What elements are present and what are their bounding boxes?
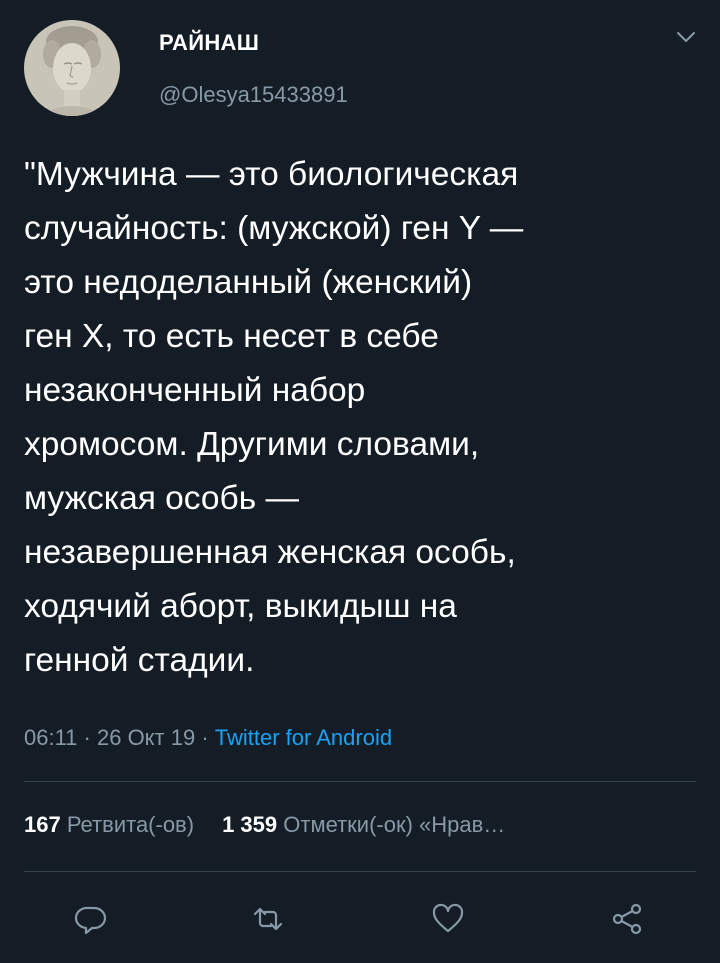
retweets-stat[interactable]: 167 Ретвита(-ов) bbox=[24, 812, 194, 837]
tweet-source-link[interactable]: Twitter for Android bbox=[215, 725, 392, 750]
reply-icon bbox=[74, 906, 107, 935]
avatar-statue-image bbox=[24, 20, 120, 116]
display-name[interactable]: РАЙНАШ bbox=[159, 30, 259, 56]
share-button[interactable] bbox=[603, 895, 651, 943]
likes-label: Отметки(-ок) «Нрав… bbox=[283, 812, 506, 837]
share-icon bbox=[612, 903, 642, 935]
tweet-time: 06:11 bbox=[24, 725, 78, 750]
chevron-down-icon[interactable] bbox=[676, 30, 696, 44]
tweet-stats: 167 Ретвита(-ов) 1 359 Отметки(-ок) «Нрав… bbox=[24, 812, 505, 838]
meta-separator: · bbox=[195, 725, 215, 750]
divider bbox=[24, 781, 696, 782]
divider bbox=[24, 871, 696, 872]
tweet-date: 26 Окт 19 bbox=[96, 725, 196, 750]
retweet-icon bbox=[253, 907, 283, 931]
likes-stat[interactable]: 1 359 Отметки(-ок) «Нрав… bbox=[222, 812, 505, 837]
retweets-count: 167 bbox=[24, 812, 61, 837]
likes-count: 1 359 bbox=[222, 812, 278, 837]
like-button[interactable] bbox=[424, 895, 472, 943]
user-handle[interactable]: @Olesya15433891 bbox=[159, 82, 348, 108]
retweets-label: Ретвита(-ов) bbox=[66, 812, 195, 837]
meta-separator: · bbox=[77, 725, 97, 750]
retweet-button[interactable] bbox=[244, 895, 292, 943]
action-bar bbox=[0, 895, 720, 943]
tweet-meta: 06:11 · 26 Окт 19 · Twitter for Android bbox=[24, 725, 392, 751]
tweet-detail: РАЙНАШ @Olesya15433891 "Мужчина — это би… bbox=[0, 0, 720, 963]
tweet-text: "Мужчина — это биологическая случайность… bbox=[24, 156, 524, 679]
reply-button[interactable] bbox=[67, 895, 115, 943]
heart-icon bbox=[432, 903, 464, 933]
avatar[interactable] bbox=[24, 20, 120, 116]
